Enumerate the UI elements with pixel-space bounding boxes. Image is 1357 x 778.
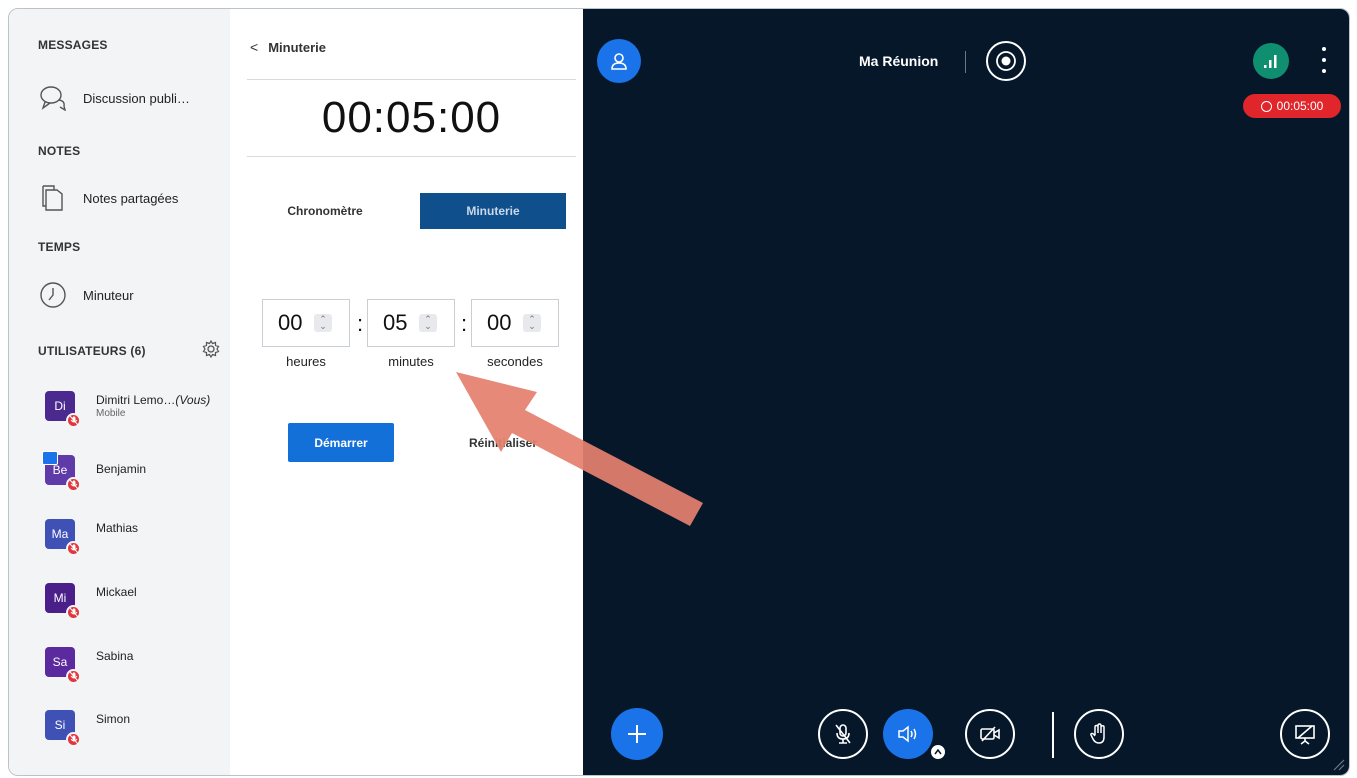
annotation-arrow-icon xyxy=(456,372,703,526)
